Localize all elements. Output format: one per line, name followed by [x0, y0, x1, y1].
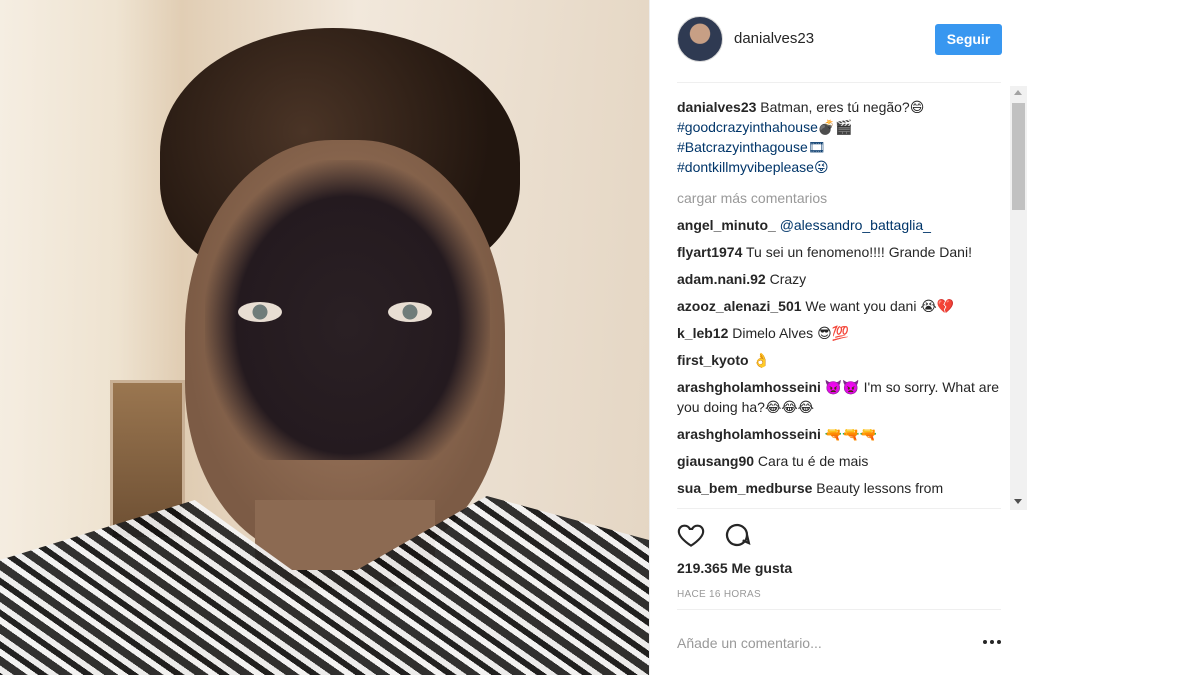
comment-username[interactable]: arashgholamhosseini	[677, 379, 821, 395]
comment-username[interactable]: adam.nani.92	[677, 271, 766, 287]
more-options-button[interactable]	[983, 636, 1003, 648]
heart-outline-icon	[677, 524, 705, 547]
comment-item: arashgholamhosseini 👿👿 I'm so sorry. Wha…	[677, 377, 1012, 417]
comment-item: k_leb12 Dimelo Alves 😎💯	[677, 323, 1012, 343]
comment-text: 🔫🔫🔫	[820, 426, 878, 442]
comment-username[interactable]: first_kyoto	[677, 352, 749, 368]
comment-text: Dimelo Alves 😎💯	[728, 325, 850, 341]
comment-text: Crazy	[765, 271, 807, 287]
comment-item: adam.nani.92 Crazy	[677, 269, 1012, 289]
post-photo[interactable]	[0, 0, 649, 675]
comment-username[interactable]: angel_minuto_	[677, 217, 776, 233]
hashtag-link[interactable]: #goodcrazyinthahouse💣🎬	[677, 117, 1012, 137]
like-button[interactable]	[674, 519, 708, 553]
comments-scrollbar[interactable]	[1010, 86, 1027, 510]
comment-item: sua_bem_medburse Beauty lessons from	[677, 478, 1012, 498]
comment-text: 👌	[748, 352, 770, 368]
post-header: danialves23 Seguir	[650, 0, 1028, 80]
comment-item: angel_minuto_ @alessandro_battaglia_	[677, 215, 1012, 235]
scrollbar-thumb[interactable]	[1012, 103, 1025, 210]
more-options-icon	[990, 640, 994, 644]
comment-button[interactable]	[720, 519, 754, 553]
header-divider	[677, 82, 1001, 83]
scroll-down-arrow-icon[interactable]	[1014, 499, 1022, 504]
comment-item: flyart1974 Tu sei un fenomeno!!!! Grande…	[677, 242, 1012, 262]
hashtag-link[interactable]: #dontkillmyvibeplease😜	[677, 157, 1012, 177]
more-options-icon	[983, 640, 987, 644]
comment-text: We want you dani 😭💔	[801, 298, 955, 314]
post-timestamp[interactable]: HACE 16 HORAS	[677, 589, 761, 600]
caption-text: Batman, eres tú negão?😄	[756, 99, 925, 115]
more-options-icon	[997, 640, 1001, 644]
caption-username[interactable]: danialves23	[677, 99, 756, 115]
comment-mention-link[interactable]: @alessandro_battaglia_	[780, 217, 931, 233]
comments-list[interactable]: danialves23 Batman, eres tú negão?😄 #goo…	[677, 94, 1012, 508]
comment-username[interactable]: sua_bem_medburse	[677, 480, 812, 496]
speech-bubble-icon	[725, 523, 751, 546]
comment-item: arashgholamhosseini 🔫🔫🔫	[677, 424, 1012, 444]
post-side-panel: danialves23 Seguir danialves23 Batman, e…	[649, 0, 1028, 675]
photo-left-eye	[238, 302, 282, 322]
comment-item: first_kyoto 👌	[677, 350, 1012, 370]
comment-username[interactable]: arashgholamhosseini	[677, 426, 821, 442]
comment-item: azooz_alenazi_501 We want you dani 😭💔	[677, 296, 1012, 316]
comment-text: Tu sei un fenomeno!!!! Grande Dani!	[742, 244, 972, 260]
scroll-up-arrow-icon[interactable]	[1014, 90, 1022, 95]
actions-divider	[677, 508, 1001, 509]
follow-button[interactable]: Seguir	[935, 24, 1002, 55]
hashtag-link[interactable]: #Batcrazyinthagouse🎞	[677, 137, 1012, 157]
header-username[interactable]: danialves23	[734, 30, 814, 47]
load-more-comments-link[interactable]: cargar más comentarios	[677, 188, 1012, 208]
comment-item: giausang90 Cara tu é de mais	[677, 451, 1012, 471]
comment-username[interactable]: giausang90	[677, 453, 754, 469]
comment-text: Cara tu é de mais	[754, 453, 869, 469]
comment-text: Beauty lessons from	[812, 480, 944, 496]
add-comment-input[interactable]	[677, 632, 967, 654]
photo-right-eye	[388, 302, 432, 322]
avatar[interactable]	[677, 16, 723, 62]
comment-username[interactable]: azooz_alenazi_501	[677, 298, 802, 314]
comment-username[interactable]: flyart1974	[677, 244, 742, 260]
post-caption: danialves23 Batman, eres tú negão?😄 #goo…	[677, 97, 1012, 177]
like-count[interactable]: 219.365 Me gusta	[677, 560, 792, 576]
post-modal: danialves23 Seguir danialves23 Batman, e…	[0, 0, 1028, 675]
comment-username[interactable]: k_leb12	[677, 325, 728, 341]
comment-box-divider	[677, 609, 1001, 610]
